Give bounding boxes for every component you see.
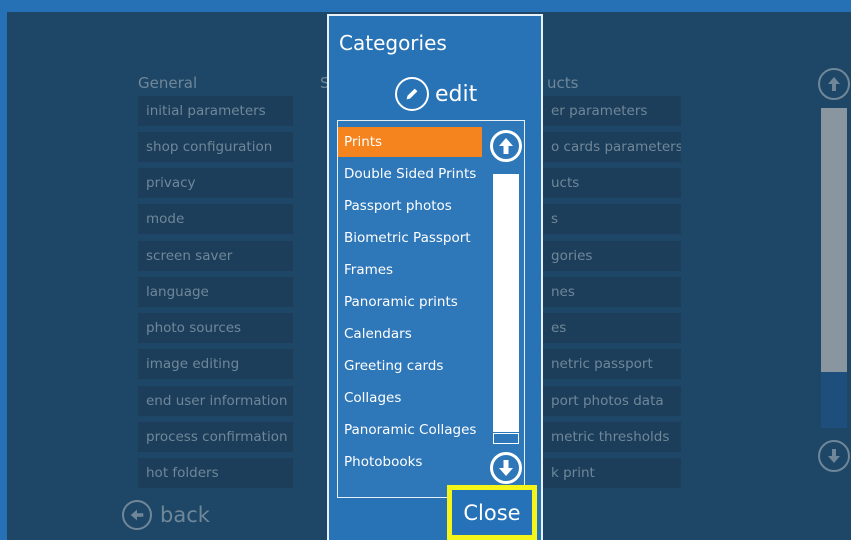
back-label: back <box>160 503 210 527</box>
categories-dialog: Categories edit Prints Double Sided Prin… <box>327 14 543 540</box>
category-item-prints[interactable]: Prints <box>338 127 482 157</box>
back-button[interactable]: back <box>122 500 210 530</box>
menu-products-item-8[interactable]: netric passport <box>543 349 681 379</box>
category-item-calendars[interactable]: Calendars <box>338 319 482 349</box>
menu-mode[interactable]: mode <box>138 204 293 234</box>
list-scrollbar-track[interactable] <box>493 174 519 432</box>
category-item-passport-photos[interactable]: Passport photos <box>338 191 482 221</box>
menu-products-item-7[interactable]: es <box>543 313 681 343</box>
menu-products-item-3[interactable]: ucts <box>543 168 681 198</box>
categories-list: Prints Double Sided Prints Passport phot… <box>337 120 525 498</box>
category-item-greeting-cards[interactable]: Greeting cards <box>338 351 482 381</box>
edit-label: edit <box>435 81 478 107</box>
page-scroll-up-icon[interactable] <box>818 68 850 100</box>
general-column-title: General <box>138 74 198 92</box>
menu-screen-saver[interactable]: screen saver <box>138 241 293 271</box>
menu-image-editing[interactable]: image editing <box>138 349 293 379</box>
menu-products-item-6[interactable]: nes <box>543 277 681 307</box>
menu-language[interactable]: language <box>138 277 293 307</box>
menu-hot-folders[interactable]: hot folders <box>138 458 293 488</box>
menu-products-item-1[interactable]: er parameters <box>543 96 681 126</box>
menu-privacy[interactable]: privacy <box>138 168 293 198</box>
menu-products-item-5[interactable]: gories <box>543 241 681 271</box>
category-item-double-sided-prints[interactable]: Double Sided Prints <box>338 159 482 189</box>
pencil-circle-icon <box>395 77 429 111</box>
menu-products-item-2[interactable]: o cards parameters <box>543 132 681 162</box>
list-scrollbar-thumb[interactable] <box>493 433 519 444</box>
menu-shop-configuration[interactable]: shop configuration <box>138 132 293 162</box>
menu-products-item-9[interactable]: port photos data <box>543 386 681 416</box>
category-item-biometric-passport[interactable]: Biometric Passport <box>338 223 482 253</box>
page-scroll-down-icon[interactable] <box>818 440 850 472</box>
menu-end-user-information[interactable]: end user information <box>138 386 293 416</box>
dialog-title: Categories <box>339 31 447 55</box>
category-item-photobooks[interactable]: Photobooks <box>338 447 482 477</box>
page-scrollbar-thumb[interactable] <box>821 372 847 428</box>
menu-products-item-4[interactable]: s <box>543 204 681 234</box>
menu-process-confirmation[interactable]: process confirmation <box>138 422 293 452</box>
list-scroll-down-icon[interactable] <box>490 452 522 484</box>
products-column-title: ucts <box>547 74 579 92</box>
category-item-panoramic-prints[interactable]: Panoramic prints <box>338 287 482 317</box>
category-item-panoramic-collages[interactable]: Panoramic Collages <box>338 415 482 445</box>
close-button[interactable]: Close <box>447 485 537 540</box>
category-item-frames[interactable]: Frames <box>338 255 482 285</box>
menu-photo-sources[interactable]: photo sources <box>138 313 293 343</box>
arrow-left-circle-icon <box>122 500 152 530</box>
category-item-collages[interactable]: Collages <box>338 383 482 413</box>
list-scroll-up-icon[interactable] <box>490 130 522 162</box>
menu-products-item-11[interactable]: k print <box>543 458 681 488</box>
menu-products-item-10[interactable]: metric thresholds <box>543 422 681 452</box>
menu-initial-parameters[interactable]: initial parameters <box>138 96 293 126</box>
edit-button[interactable]: edit <box>395 77 477 111</box>
app-window: General initial parameters shop configur… <box>0 0 851 540</box>
